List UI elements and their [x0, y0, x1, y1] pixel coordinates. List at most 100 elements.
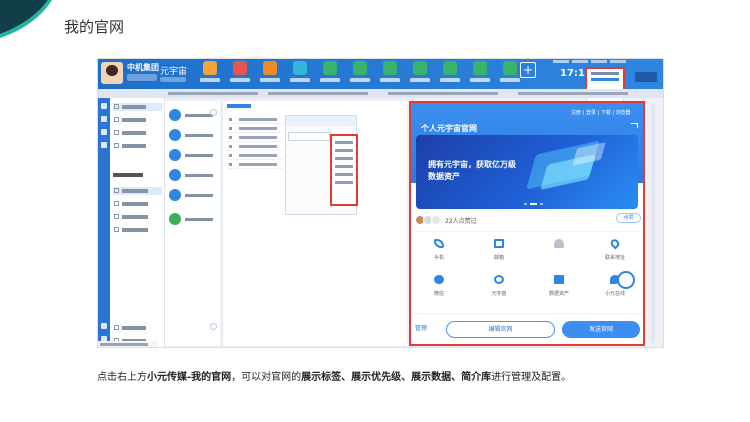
- mail-icon: [494, 239, 504, 248]
- menu-icon[interactable]: [101, 103, 107, 109]
- app-tile[interactable]: [258, 61, 282, 87]
- globe-icon: [503, 61, 517, 75]
- edit-website-button[interactable]: 编辑官网: [446, 321, 555, 338]
- sidebar-item[interactable]: [113, 129, 162, 137]
- brand-name: 元宇宙: [160, 67, 188, 77]
- tab[interactable]: [168, 92, 258, 95]
- top-link[interactable]: [553, 60, 569, 63]
- app-tile[interactable]: [288, 61, 312, 87]
- list-item[interactable]: [227, 124, 283, 133]
- list-item[interactable]: [227, 142, 283, 151]
- contact-item-assets[interactable]: 数据资产: [539, 275, 579, 297]
- app-screenshot: 中机集团 元宇宙 + 17:12 注册 | 登录 | 下载 | 浏览器 个人元宇…: [97, 58, 664, 348]
- app-tile[interactable]: [438, 61, 462, 87]
- menu-item[interactable]: [335, 157, 353, 160]
- dropdown-item[interactable]: [591, 72, 619, 75]
- list-item[interactable]: [227, 115, 283, 124]
- contact-label: 联系地址: [604, 255, 625, 261]
- toggle-icon[interactable]: [210, 109, 217, 116]
- app-tile[interactable]: [468, 61, 492, 87]
- sidebar-item[interactable]: [113, 213, 162, 221]
- caption-highlight: 展示标签、展示优先级、展示数据、简介库: [301, 372, 492, 383]
- sidebar-nav: [110, 98, 165, 347]
- menu-icon[interactable]: [101, 116, 107, 122]
- globe-icon: [413, 61, 427, 75]
- app-tile[interactable]: [348, 61, 372, 87]
- preview-header-links[interactable]: 注册 | 登录 | 下载 | 浏览器: [571, 109, 631, 116]
- tool-icon: [233, 61, 247, 75]
- workspace-panel: [222, 101, 407, 346]
- config-select[interactable]: [288, 132, 330, 141]
- contact-label: 手机: [433, 255, 444, 261]
- tab[interactable]: [518, 92, 628, 95]
- sidebar-item[interactable]: [113, 187, 162, 195]
- contact-item-phone[interactable]: 手机: [419, 239, 459, 261]
- avatar: [431, 215, 441, 225]
- like-button[interactable]: 点赞: [616, 213, 641, 223]
- manage-link[interactable]: 管理: [415, 323, 427, 332]
- phone-icon: [434, 239, 444, 248]
- tab[interactable]: [268, 92, 368, 95]
- menu-icon[interactable]: [101, 142, 107, 148]
- share-icon[interactable]: [631, 123, 638, 128]
- avatar[interactable]: [101, 62, 123, 84]
- menu-icon[interactable]: [101, 129, 107, 135]
- menu-item[interactable]: [335, 181, 353, 184]
- sidebar-item[interactable]: [113, 116, 162, 124]
- list-item[interactable]: [227, 151, 283, 160]
- app-tile[interactable]: [408, 61, 432, 87]
- contact-item-wechat[interactable]: 微信: [419, 275, 459, 297]
- sidebar-item[interactable]: [113, 200, 162, 208]
- gear-icon: [263, 61, 277, 75]
- caption-text: ，可以对官网的: [231, 372, 302, 383]
- toggle-icon[interactable]: [210, 323, 217, 330]
- sidebar-section-title: [113, 173, 143, 177]
- contact-item-email[interactable]: 邮箱: [479, 239, 519, 261]
- account-button[interactable]: [635, 72, 657, 82]
- asset-icon: [554, 275, 564, 284]
- app-tile[interactable]: [318, 61, 342, 87]
- top-link[interactable]: [591, 60, 607, 63]
- dropdown-item-my-website[interactable]: [591, 78, 619, 81]
- tab-strip: [98, 89, 663, 98]
- tab[interactable]: [388, 92, 498, 95]
- menu-item[interactable]: [335, 165, 353, 168]
- globe-icon: [473, 61, 487, 75]
- menu-item[interactable]: [335, 149, 353, 152]
- app-tile[interactable]: [498, 61, 522, 87]
- workspace-title: [227, 104, 251, 108]
- contact-item-profile[interactable]: [539, 239, 579, 254]
- config-panel-header: [286, 116, 356, 126]
- list-item[interactable]: [227, 160, 283, 169]
- contact-item-metaverse[interactable]: 元宇宙: [479, 275, 519, 297]
- app-tile[interactable]: [198, 61, 222, 87]
- top-link[interactable]: [572, 60, 588, 63]
- preview-title: 个人元宇宙官网: [421, 124, 477, 133]
- carousel-dots[interactable]: [524, 203, 543, 205]
- banner-line-1: 拥有元宇宙，获取亿万级: [428, 160, 516, 169]
- preview-banner[interactable]: 拥有元宇宙，获取亿万级 数据资产: [416, 135, 638, 209]
- app-tile[interactable]: [228, 61, 252, 87]
- config-panel: [285, 115, 358, 215]
- banner-line-2: 数据资产: [428, 172, 460, 181]
- sidebar-item[interactable]: [113, 324, 162, 332]
- list-item[interactable]: [227, 133, 283, 142]
- send-website-button[interactable]: 发送官网: [562, 321, 640, 338]
- info-icon[interactable]: [101, 323, 107, 329]
- corner-decoration: [0, 0, 52, 38]
- top-link[interactable]: [610, 60, 626, 63]
- sidebar-item[interactable]: [113, 142, 162, 150]
- left-icon-bar: [98, 98, 110, 347]
- menu-item[interactable]: [335, 173, 353, 176]
- contact-item-address[interactable]: 联系地址: [595, 237, 635, 261]
- globe-icon: [494, 275, 504, 284]
- top-links: [553, 60, 626, 63]
- add-app-button[interactable]: +: [520, 62, 536, 78]
- scrollbar[interactable]: [651, 103, 655, 343]
- menu-item[interactable]: [335, 141, 353, 144]
- sidebar-item[interactable]: [113, 103, 162, 111]
- app-tile[interactable]: [378, 61, 402, 87]
- online-service-icon[interactable]: [617, 271, 635, 289]
- sidebar-item[interactable]: [113, 226, 162, 234]
- contact-label: 元宇宙: [491, 291, 507, 297]
